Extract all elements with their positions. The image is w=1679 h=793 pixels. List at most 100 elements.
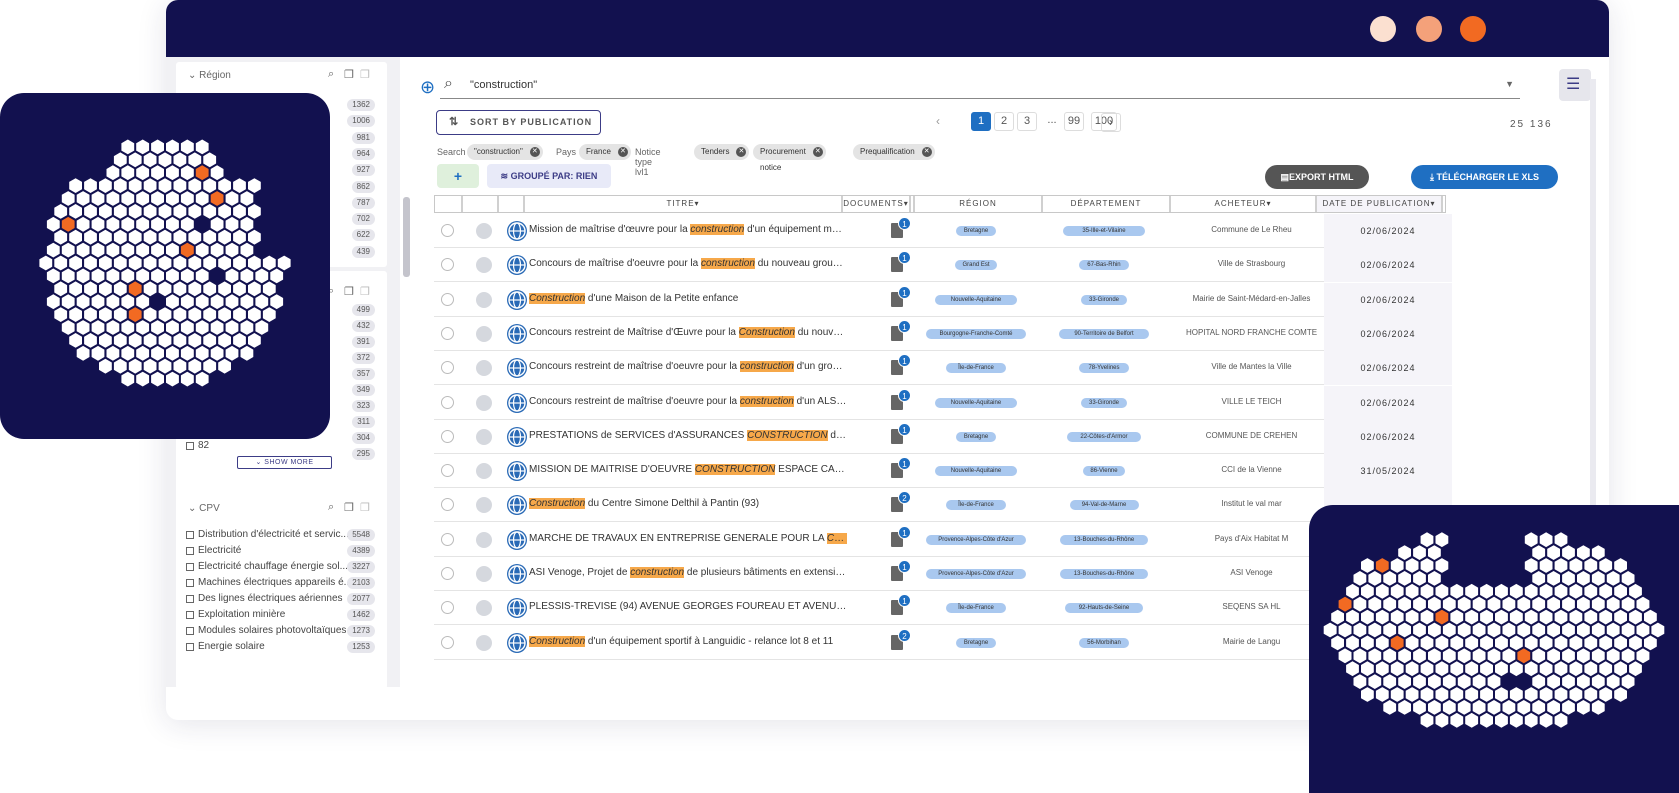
facet-region-title[interactable]: ⌄ Région — [188, 70, 231, 81]
row-select-radio[interactable] — [441, 292, 454, 306]
search-input[interactable]: "construction" — [470, 79, 537, 91]
checkbox[interactable] — [186, 594, 194, 603]
col-date[interactable]: DATE DE PUBLICATION▾ — [1315, 196, 1443, 212]
page-button[interactable]: 2 — [994, 112, 1014, 131]
table-row[interactable]: ASI Venoge, Projet de construction de pl… — [434, 557, 1452, 591]
table-row[interactable]: PLESSIS-TREVISE (94) AVENUE GEORGES FOUR… — [434, 591, 1452, 626]
checkbox[interactable] — [186, 441, 194, 450]
col-buyer[interactable]: ACHETEUR▾ — [1169, 196, 1315, 212]
checkbox[interactable] — [186, 626, 194, 635]
checkbox[interactable] — [186, 562, 194, 571]
add-button[interactable]: + — [437, 164, 479, 188]
row-select-radio[interactable] — [441, 326, 454, 340]
sidebar-scrollbar[interactable] — [400, 57, 412, 687]
next-page-icon[interactable]: › — [1101, 113, 1121, 132]
list-view-button[interactable]: ☰ — [1559, 69, 1591, 101]
row-title[interactable]: Construction d'un équipement sportif à L… — [529, 635, 847, 647]
table-row[interactable]: Concours restreint de maîtrise d'oeuvre … — [434, 385, 1452, 420]
row-select-radio[interactable] — [441, 635, 454, 649]
row-select-radio[interactable] — [441, 498, 454, 512]
checkbox[interactable] — [186, 578, 194, 587]
row-title[interactable]: Mission de maîtrise d'œuvre pour la cons… — [529, 224, 847, 235]
row-title[interactable]: Concours restreint de maîtrise d'oeuvre … — [529, 361, 847, 373]
checkbox[interactable] — [186, 530, 194, 539]
row-title[interactable]: Construction du Centre Simone Delthil à … — [529, 498, 847, 510]
facet-cpv-title[interactable]: ⌄ CPV — [188, 503, 220, 514]
copy-outline-icon[interactable]: ❐ — [360, 501, 370, 514]
row-title[interactable]: MISSION DE MAITRISE D'OEUVRE CONSTRUCTIO… — [529, 464, 847, 476]
filter-chip-notice[interactable]: Prequalification ✕ — [853, 144, 935, 160]
close-icon[interactable]: ✕ — [736, 147, 747, 157]
col-documents[interactable]: DOCUMENTS▾ — [841, 196, 911, 212]
row-select-radio[interactable] — [441, 567, 454, 580]
table-row[interactable]: Construction du Centre Simone Delthil à … — [434, 488, 1452, 523]
row-title[interactable]: PRESTATIONS de SERVICES d'ASSURANCES CON… — [529, 429, 847, 441]
dropdown-icon[interactable]: ▼ — [1505, 79, 1514, 89]
row-select-radio[interactable] — [441, 224, 454, 237]
page-button[interactable]: 1 — [971, 112, 991, 131]
search-icon[interactable]: ⌕ — [328, 501, 334, 514]
publication-date: 02/06/2024 — [1324, 385, 1452, 420]
table-row[interactable]: Concours restreint de maîtrise d'oeuvre … — [434, 351, 1452, 386]
map-hex-cell — [1614, 609, 1627, 625]
window-control-3[interactable] — [1460, 16, 1486, 42]
search-bar[interactable]: ⌕ "construction" ▼ — [440, 71, 1520, 99]
row-select-radio[interactable] — [441, 601, 454, 615]
facet-item[interactable]: 82 — [186, 438, 386, 453]
window-control-2[interactable] — [1416, 16, 1442, 42]
table-row[interactable]: MARCHE DE TRAVAUX EN ENTREPRISE GENERALE… — [434, 522, 1452, 557]
search-icon[interactable]: ⌕ — [328, 68, 334, 81]
row-title[interactable]: ASI Venoge, Projet de construction de pl… — [529, 567, 847, 578]
table-row[interactable]: Mission de maîtrise d'œuvre pour la cons… — [434, 214, 1452, 248]
table-row[interactable]: Construction d'une Maison de la Petite e… — [434, 282, 1452, 317]
close-icon[interactable]: ✕ — [529, 147, 540, 157]
table-row[interactable]: Construction d'un équipement sportif à L… — [434, 625, 1452, 660]
copy-outline-icon[interactable]: ❐ — [360, 68, 370, 81]
table-row[interactable]: PRESTATIONS de SERVICES d'ASSURANCES CON… — [434, 419, 1452, 454]
filter-chip-notice[interactable]: Tenders ✕ — [694, 144, 750, 160]
page-button[interactable]: 3 — [1017, 112, 1037, 131]
row-select-radio[interactable] — [441, 395, 454, 409]
map-hex-cell — [121, 165, 135, 181]
col-department[interactable]: DÉPARTEMENT — [1041, 196, 1169, 212]
copy-icon[interactable]: ❐ — [344, 285, 354, 298]
checkbox[interactable] — [186, 642, 194, 651]
table-row[interactable]: Concours restreint de Maîtrise d'Œuvre p… — [434, 316, 1452, 351]
row-title[interactable]: Construction d'une Maison de la Petite e… — [529, 292, 847, 304]
close-icon[interactable]: ✕ — [812, 147, 823, 157]
row-title[interactable]: Concours de maîtrise d'oeuvre pour la co… — [529, 258, 847, 270]
row-title[interactable]: PLESSIS-TREVISE (94) AVENUE GEORGES FOUR… — [529, 601, 847, 612]
row-select-radio[interactable] — [441, 258, 454, 272]
col-region[interactable]: RÉGION — [913, 196, 1041, 212]
page-button[interactable]: 99 — [1064, 112, 1084, 131]
window-control-1[interactable] — [1370, 16, 1396, 42]
close-icon[interactable]: ✕ — [617, 147, 628, 157]
export-html-button[interactable]: ▤EXPORT HTML — [1265, 165, 1369, 189]
row-title[interactable]: Concours restreint de maîtrise d'oeuvre … — [529, 395, 847, 407]
filter-chip-search[interactable]: "construction" ✕ — [467, 144, 543, 160]
download-xls-button[interactable]: ⤓ TÉLÉCHARGER LE XLS — [1411, 165, 1558, 189]
zoom-search-icon[interactable]: ⊕ — [420, 77, 435, 98]
filter-chip-notice[interactable]: Procurement notice ✕ — [753, 144, 826, 172]
row-title[interactable]: Concours restreint de Maîtrise d'Œuvre p… — [529, 326, 847, 338]
group-by-button[interactable]: ≋ GROUPÉ PAR: RIEN — [487, 164, 611, 188]
row-select-radio[interactable] — [441, 429, 454, 443]
row-select-radio[interactable] — [441, 361, 454, 375]
copy-outline-icon[interactable]: ❐ — [360, 285, 370, 298]
filter-chip-country[interactable]: France ✕ — [579, 144, 631, 160]
checkbox[interactable] — [186, 546, 194, 555]
checkbox[interactable] — [186, 610, 194, 619]
row-select-radio[interactable] — [441, 532, 454, 546]
copy-icon[interactable]: ❐ — [344, 68, 354, 81]
prev-page-icon[interactable]: ‹ — [936, 114, 940, 128]
row-select-radio[interactable] — [441, 464, 454, 478]
copy-icon[interactable]: ❐ — [344, 501, 354, 514]
table-row[interactable]: MISSION DE MAITRISE D'OEUVRE CONSTRUCTIO… — [434, 454, 1452, 489]
scrollbar-thumb[interactable] — [403, 197, 410, 277]
sort-button[interactable]: ⇅ SORT BY PUBLICATION — [436, 110, 601, 135]
close-icon[interactable]: ✕ — [921, 147, 932, 157]
show-more-button[interactable]: ⌄ SHOW MORE — [237, 456, 332, 469]
col-title[interactable]: TITRE▾ — [523, 196, 841, 212]
table-row[interactable]: Concours de maîtrise d'oeuvre pour la co… — [434, 248, 1452, 283]
row-title[interactable]: MARCHE DE TRAVAUX EN ENTREPRISE GENERALE… — [529, 532, 847, 544]
